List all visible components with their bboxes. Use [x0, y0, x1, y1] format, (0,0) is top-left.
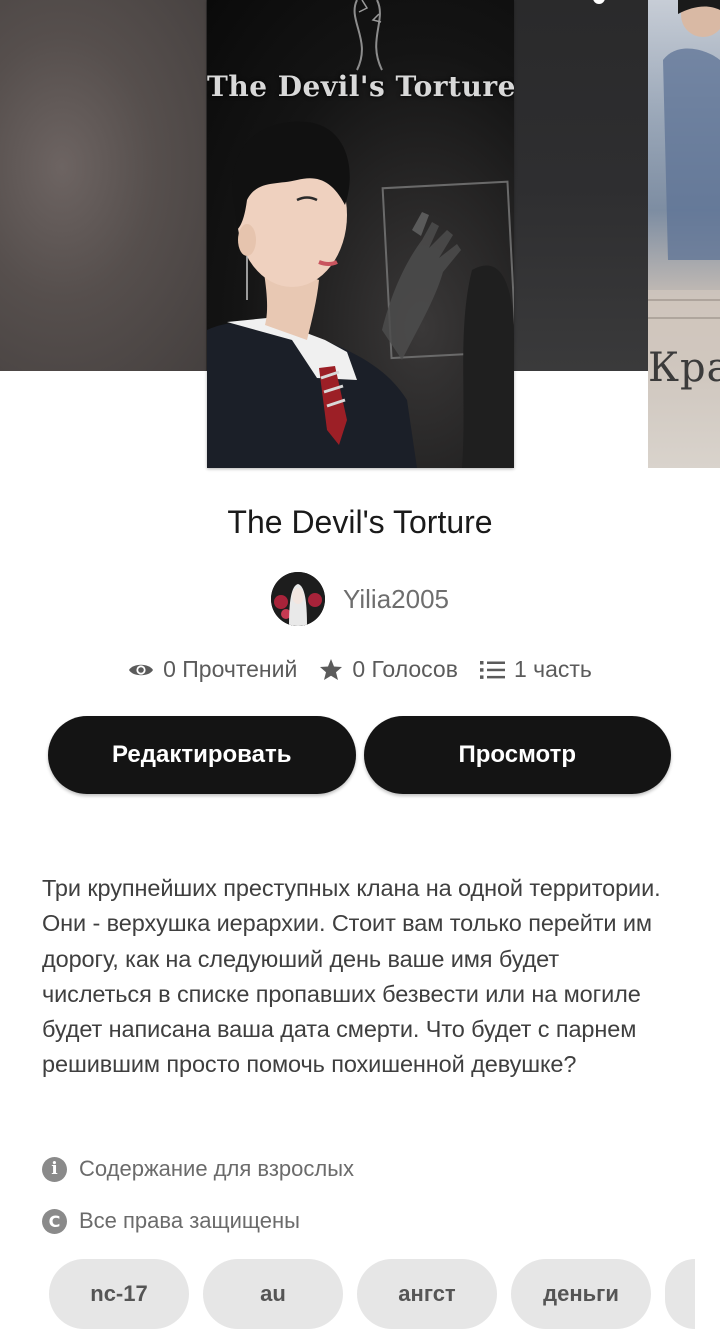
view-button[interactable]: Просмотр: [363, 716, 671, 794]
reads-count: 0 Прочтений: [163, 656, 298, 682]
book-title: The Devil's Torture: [227, 504, 493, 540]
action-buttons: Редактировать Просмотр: [48, 716, 671, 794]
mature-content-notice: i Содержание для взрослых: [42, 1156, 354, 1182]
next-cover-title-text: Крас: [648, 345, 720, 391]
avatar-image: [270, 572, 325, 626]
cover-title-text: The Devil's Torture: [207, 70, 514, 103]
tag-chip-partial[interactable]: [665, 1259, 695, 1329]
book-stats: 0 Прочтений 0 Голосов 1 часть: [0, 656, 720, 683]
author-row[interactable]: Yilia2005: [0, 572, 720, 626]
author-name[interactable]: Yilia2005: [343, 584, 449, 615]
book-description: Три крупнейших преступных клана на одной…: [42, 875, 661, 1078]
tag-chip[interactable]: nc-17: [49, 1259, 189, 1329]
tag-chip[interactable]: au: [203, 1259, 343, 1329]
previous-cover-blur: [0, 0, 206, 371]
star-icon: [320, 659, 343, 680]
book-cover[interactable]: The Devil's Torture: [207, 0, 514, 468]
votes-count: 0 Голосов: [352, 656, 458, 682]
edit-button[interactable]: Редактировать: [48, 716, 356, 794]
list-icon: [479, 660, 505, 679]
author-avatar[interactable]: [270, 572, 325, 626]
votes-stat: 0 Голосов: [319, 656, 458, 683]
info-icon: i: [42, 1156, 67, 1182]
reads-stat: 0 Прочтений: [128, 656, 297, 683]
tag-chip[interactable]: деньги: [511, 1259, 651, 1329]
copyright-label: Все права защищены: [79, 1208, 300, 1233]
next-book-cover[interactable]: Крас: [648, 0, 720, 468]
tag-list: nc-17 au ангст деньги: [49, 1259, 720, 1329]
backdrop-blur-right: [514, 0, 648, 371]
tag-chip[interactable]: ангст: [357, 1259, 497, 1329]
next-cover-artwork: [648, 0, 720, 360]
copyright-notice: C Все права защищены: [42, 1208, 300, 1234]
eye-icon: [129, 664, 154, 675]
mature-content-label: Содержание для взрослых: [79, 1156, 355, 1181]
parts-stat: 1 часть: [479, 656, 592, 683]
cover-carousel[interactable]: The Devil's Torture Крас: [0, 0, 720, 470]
copyright-icon: C: [42, 1208, 67, 1234]
parts-count: 1 часть: [513, 656, 592, 682]
